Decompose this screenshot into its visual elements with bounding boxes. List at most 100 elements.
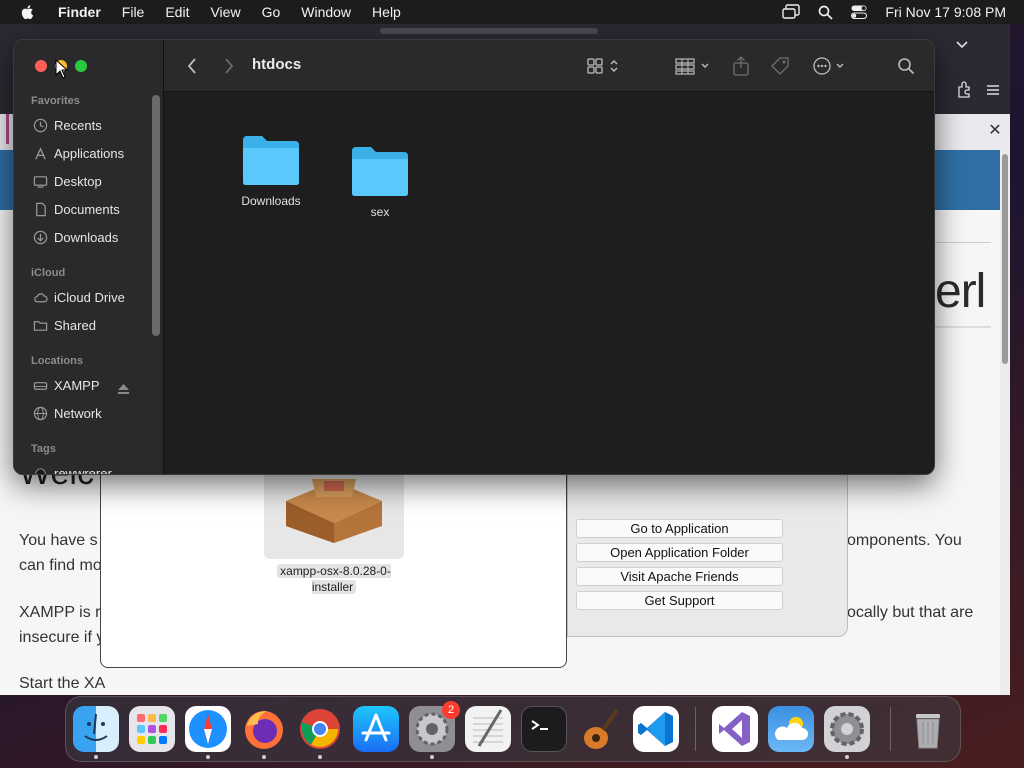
sidebar-item-shared[interactable]: Shared [33, 314, 96, 336]
hamburger-menu-icon[interactable] [984, 81, 1002, 99]
dock-weather-icon[interactable] [768, 706, 814, 752]
extensions-icon[interactable] [956, 80, 974, 98]
chevron-down-icon[interactable] [954, 36, 970, 52]
paragraph-text: XAMPP is r [19, 604, 101, 621]
finder-content-area[interactable]: Downloads sex [164, 92, 934, 474]
sidebar-section-tags: Tags [31, 443, 56, 455]
sidebar-item-applications[interactable]: Applications [33, 142, 124, 164]
sidebar-item-documents[interactable]: Documents [33, 198, 120, 220]
tag-dot-icon [35, 467, 46, 474]
sidebar-item-label: iCloud Drive [54, 289, 125, 305]
icon-view-icon[interactable] [587, 55, 623, 77]
menu-clock[interactable]: Fri Nov 17 9:08 PM [885, 4, 1006, 20]
share-icon[interactable] [732, 55, 750, 77]
open-application-folder-button[interactable]: Open Application Folder [576, 543, 783, 562]
folder-icon [243, 136, 299, 185]
paragraph-text: can find mo [19, 557, 102, 574]
dock-settings-icon[interactable] [824, 706, 870, 752]
dock-separator [695, 707, 696, 751]
applications-icon [35, 146, 46, 159]
back-icon[interactable] [186, 55, 198, 77]
sidebar-item-network[interactable]: Network [33, 402, 102, 424]
menu-help[interactable]: Help [372, 4, 401, 20]
dock-instruments-icon[interactable] [577, 706, 623, 752]
sidebar-item-desktop[interactable]: Desktop [33, 170, 102, 192]
dock-chrome-icon[interactable] [297, 706, 343, 752]
menu-file[interactable]: File [122, 4, 145, 20]
paragraph-text: Start the XA [19, 675, 106, 692]
cloud-icon [34, 292, 48, 302]
sidebar-item-downloads[interactable]: Downloads [33, 226, 118, 248]
running-indicator [318, 755, 322, 759]
tag-icon[interactable] [770, 55, 790, 77]
dock-vscode-icon[interactable] [633, 706, 679, 752]
visit-apache-friends-button[interactable]: Visit Apache Friends [576, 567, 783, 586]
menu-window[interactable]: Window [301, 4, 351, 20]
menu-app-name[interactable]: Finder [58, 4, 101, 20]
page-heading-fragment: erl [935, 265, 986, 318]
group-by-icon[interactable] [675, 55, 713, 77]
package-icon[interactable] [264, 471, 404, 559]
dock-visual-studio-icon[interactable] [712, 706, 758, 752]
folder-sex[interactable]: sex [349, 143, 411, 219]
finder-window: Favorites Recents Applications Desktop D… [13, 39, 935, 475]
folder-name: Downloads [241, 194, 301, 208]
menu-bar: Finder File Edit View Go Window Help Fri… [0, 0, 1024, 24]
search-icon[interactable] [897, 55, 915, 77]
apple-icon[interactable] [20, 4, 36, 20]
sidebar-item-icloud-drive[interactable]: iCloud Drive [33, 286, 125, 308]
screen-mirroring-icon[interactable] [782, 4, 801, 20]
paragraph-text: omponents. You [847, 532, 962, 549]
sidebar-scrollbar[interactable] [152, 95, 160, 336]
divider [935, 326, 991, 328]
eject-icon[interactable] [118, 384, 129, 394]
document-icon [36, 202, 46, 216]
desktop-icon [33, 175, 48, 188]
sidebar-item-recents[interactable]: Recents [33, 114, 102, 136]
folder-name: sex [370, 205, 390, 219]
sidebar-section-icloud: iCloud [31, 267, 66, 279]
sidebar-item-label: Network [54, 405, 102, 421]
go-to-application-button[interactable]: Go to Application [576, 519, 783, 538]
sidebar-item-tag[interactable]: rewwrerer [33, 462, 112, 475]
dock-launchpad-icon[interactable] [129, 706, 175, 752]
close-window-button[interactable] [35, 60, 47, 72]
browser-tab[interactable] [380, 28, 598, 34]
dock-textedit-icon[interactable] [465, 706, 511, 752]
close-icon[interactable]: ✕ [984, 120, 1006, 140]
menu-view[interactable]: View [210, 4, 240, 20]
sidebar-item-label: XAMPP [54, 377, 100, 393]
folder-icon [352, 147, 408, 196]
sidebar-item-xampp[interactable]: XAMPP [33, 374, 100, 396]
sidebar-item-label: Recents [54, 117, 102, 133]
dock-firefox-icon[interactable] [241, 706, 287, 752]
dock-terminal-icon[interactable] [521, 706, 567, 752]
dock-trash-icon[interactable] [905, 706, 951, 752]
package-file-label[interactable]: xampp-osx-8.0.28-0-installer [269, 563, 399, 595]
spotlight-search-icon[interactable] [818, 5, 834, 20]
running-indicator [94, 755, 98, 759]
running-indicator [845, 755, 849, 759]
sidebar-item-label: rewwrerer [54, 465, 112, 475]
dock-app-store-icon[interactable] [353, 706, 399, 752]
get-support-button[interactable]: Get Support [576, 591, 783, 610]
sidebar-item-label: Downloads [54, 229, 119, 245]
sidebar-item-label: Desktop [54, 173, 102, 189]
folder-downloads[interactable]: Downloads [240, 132, 302, 208]
browser-scrollbar[interactable] [1000, 150, 1010, 695]
menu-edit[interactable]: Edit [165, 4, 189, 20]
maximize-window-button[interactable] [75, 60, 87, 72]
xampp-dialog: Go to Application Open Application Folde… [567, 470, 848, 637]
dock-finder-icon[interactable] [73, 706, 119, 752]
forward-icon[interactable] [223, 55, 235, 77]
dock: 2 [65, 696, 961, 762]
dock-safari-icon[interactable] [185, 706, 231, 752]
sidebar-section-locations: Locations [31, 355, 83, 367]
control-center-icon[interactable] [851, 5, 868, 19]
paragraph-text: insecure if y [19, 629, 105, 646]
finder-toolbar: htdocs [164, 40, 934, 92]
menu-go[interactable]: Go [262, 4, 281, 20]
more-actions-icon[interactable] [812, 55, 848, 77]
notification-badge: 2 [442, 701, 460, 719]
sidebar-section-favorites: Favorites [31, 95, 80, 107]
